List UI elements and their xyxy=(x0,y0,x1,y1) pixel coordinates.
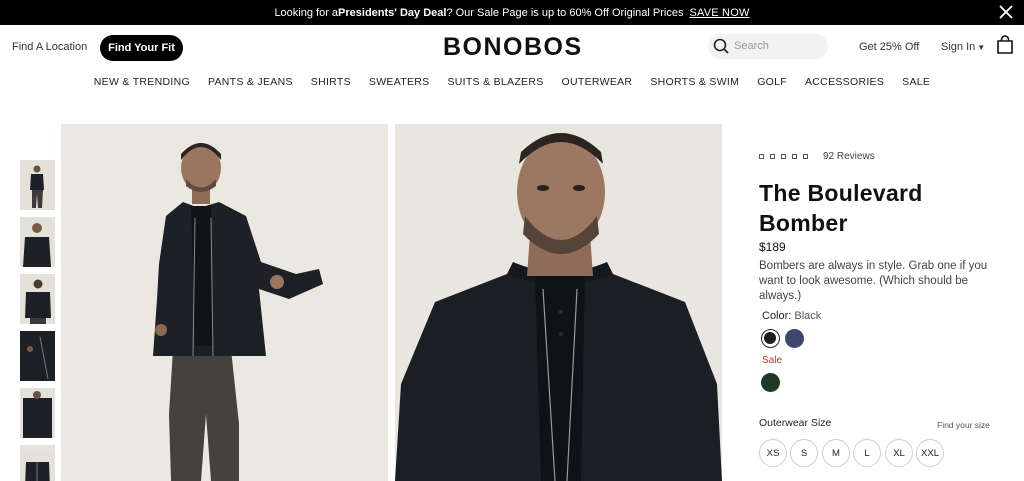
shopping-bag-icon[interactable] xyxy=(996,35,1014,55)
product-description: Bombers are always in style. Grab one if… xyxy=(759,260,988,302)
product-thumbnail[interactable] xyxy=(20,388,55,438)
get-25-off-link[interactable]: Get 25% Off xyxy=(859,41,919,53)
search-icon xyxy=(713,38,729,54)
nav-item-sale[interactable]: SALE xyxy=(902,70,930,94)
color-label-text: Color: xyxy=(762,310,792,322)
sign-in-menu[interactable]: Sign In ▼ xyxy=(941,41,985,53)
save-now-link[interactable]: SAVE NOW xyxy=(689,7,749,19)
sale-label: Sale xyxy=(762,355,783,366)
size-option-xxl[interactable]: XXL xyxy=(916,439,944,467)
product-thumbnail[interactable] xyxy=(20,331,55,381)
size-option-s[interactable]: S xyxy=(790,439,818,467)
product-thumbnail[interactable] xyxy=(20,217,55,267)
close-icon[interactable] xyxy=(998,4,1014,20)
color-value: Black xyxy=(794,310,822,322)
product-image-full-body[interactable] xyxy=(61,124,388,481)
promo-bar: Looking for a Presidents' Day Deal ? Our… xyxy=(0,0,1024,25)
chevron-down-icon: ▼ xyxy=(977,43,986,52)
star-icon xyxy=(770,154,775,159)
promo-text-prefix: Looking for a xyxy=(274,6,339,19)
size-option-xs[interactable]: XS xyxy=(759,439,787,467)
product-price: $189 xyxy=(759,240,786,254)
nav-item-suits-blazers[interactable]: SUITS & BLAZERS xyxy=(447,70,543,94)
search-input[interactable]: Search xyxy=(708,34,828,59)
promo-text-suffix: ? Our Sale Page is up to 60% Off Origina… xyxy=(446,6,684,19)
nav-item-outerwear[interactable]: OUTERWEAR xyxy=(562,70,633,94)
star-icon xyxy=(781,154,786,159)
nav-item-new-trending[interactable]: NEW & TRENDING xyxy=(94,70,190,94)
product-thumbnail[interactable] xyxy=(20,160,55,210)
size-option-l[interactable]: L xyxy=(853,439,881,467)
size-label: Outerwear Size xyxy=(759,417,832,429)
color-swatch-black[interactable] xyxy=(761,329,780,348)
search-placeholder: Search xyxy=(734,40,769,52)
product-image-closeup[interactable] xyxy=(395,124,722,481)
nav-item-shirts[interactable]: SHIRTS xyxy=(311,70,351,94)
nav-item-pants-jeans[interactable]: PANTS & JEANS xyxy=(208,70,293,94)
color-swatch-navy[interactable] xyxy=(785,329,804,348)
nav-item-sweaters[interactable]: SWEATERS xyxy=(369,70,430,94)
size-option-m[interactable]: M xyxy=(822,439,850,467)
main-nav: NEW & TRENDING PANTS & JEANS SHIRTS SWEA… xyxy=(0,70,1024,94)
nav-item-accessories[interactable]: ACCESSORIES xyxy=(805,70,884,94)
star-icon xyxy=(803,154,808,159)
brand-logo[interactable]: BONOBOS xyxy=(443,33,583,62)
product-title: The Boulevard Bomber xyxy=(759,180,923,236)
star-icon xyxy=(792,154,797,159)
color-label: Color: Black xyxy=(762,310,821,322)
nav-item-golf[interactable]: GOLF xyxy=(757,70,787,94)
find-your-fit-button[interactable]: Find Your Fit xyxy=(100,35,183,61)
promo-highlight: Presidents' Day Deal xyxy=(338,6,447,19)
find-location-link[interactable]: Find A Location xyxy=(12,41,87,53)
nav-item-shorts-swim[interactable]: SHORTS & SWIM xyxy=(650,70,739,94)
product-thumbnail[interactable] xyxy=(20,274,55,324)
product-thumbnail[interactable] xyxy=(20,445,55,481)
reviews-link[interactable]: 92 Reviews xyxy=(823,151,875,162)
find-your-size-link[interactable]: Find your size xyxy=(937,420,990,430)
color-swatch-green[interactable] xyxy=(761,373,780,392)
rating-stars[interactable]: 92 Reviews xyxy=(759,151,875,162)
size-option-xl[interactable]: XL xyxy=(885,439,913,467)
sign-in-label: Sign In xyxy=(941,41,976,53)
site-header: Find A Location Find Your Fit BONOBOS Se… xyxy=(0,25,1024,70)
star-icon xyxy=(759,154,764,159)
